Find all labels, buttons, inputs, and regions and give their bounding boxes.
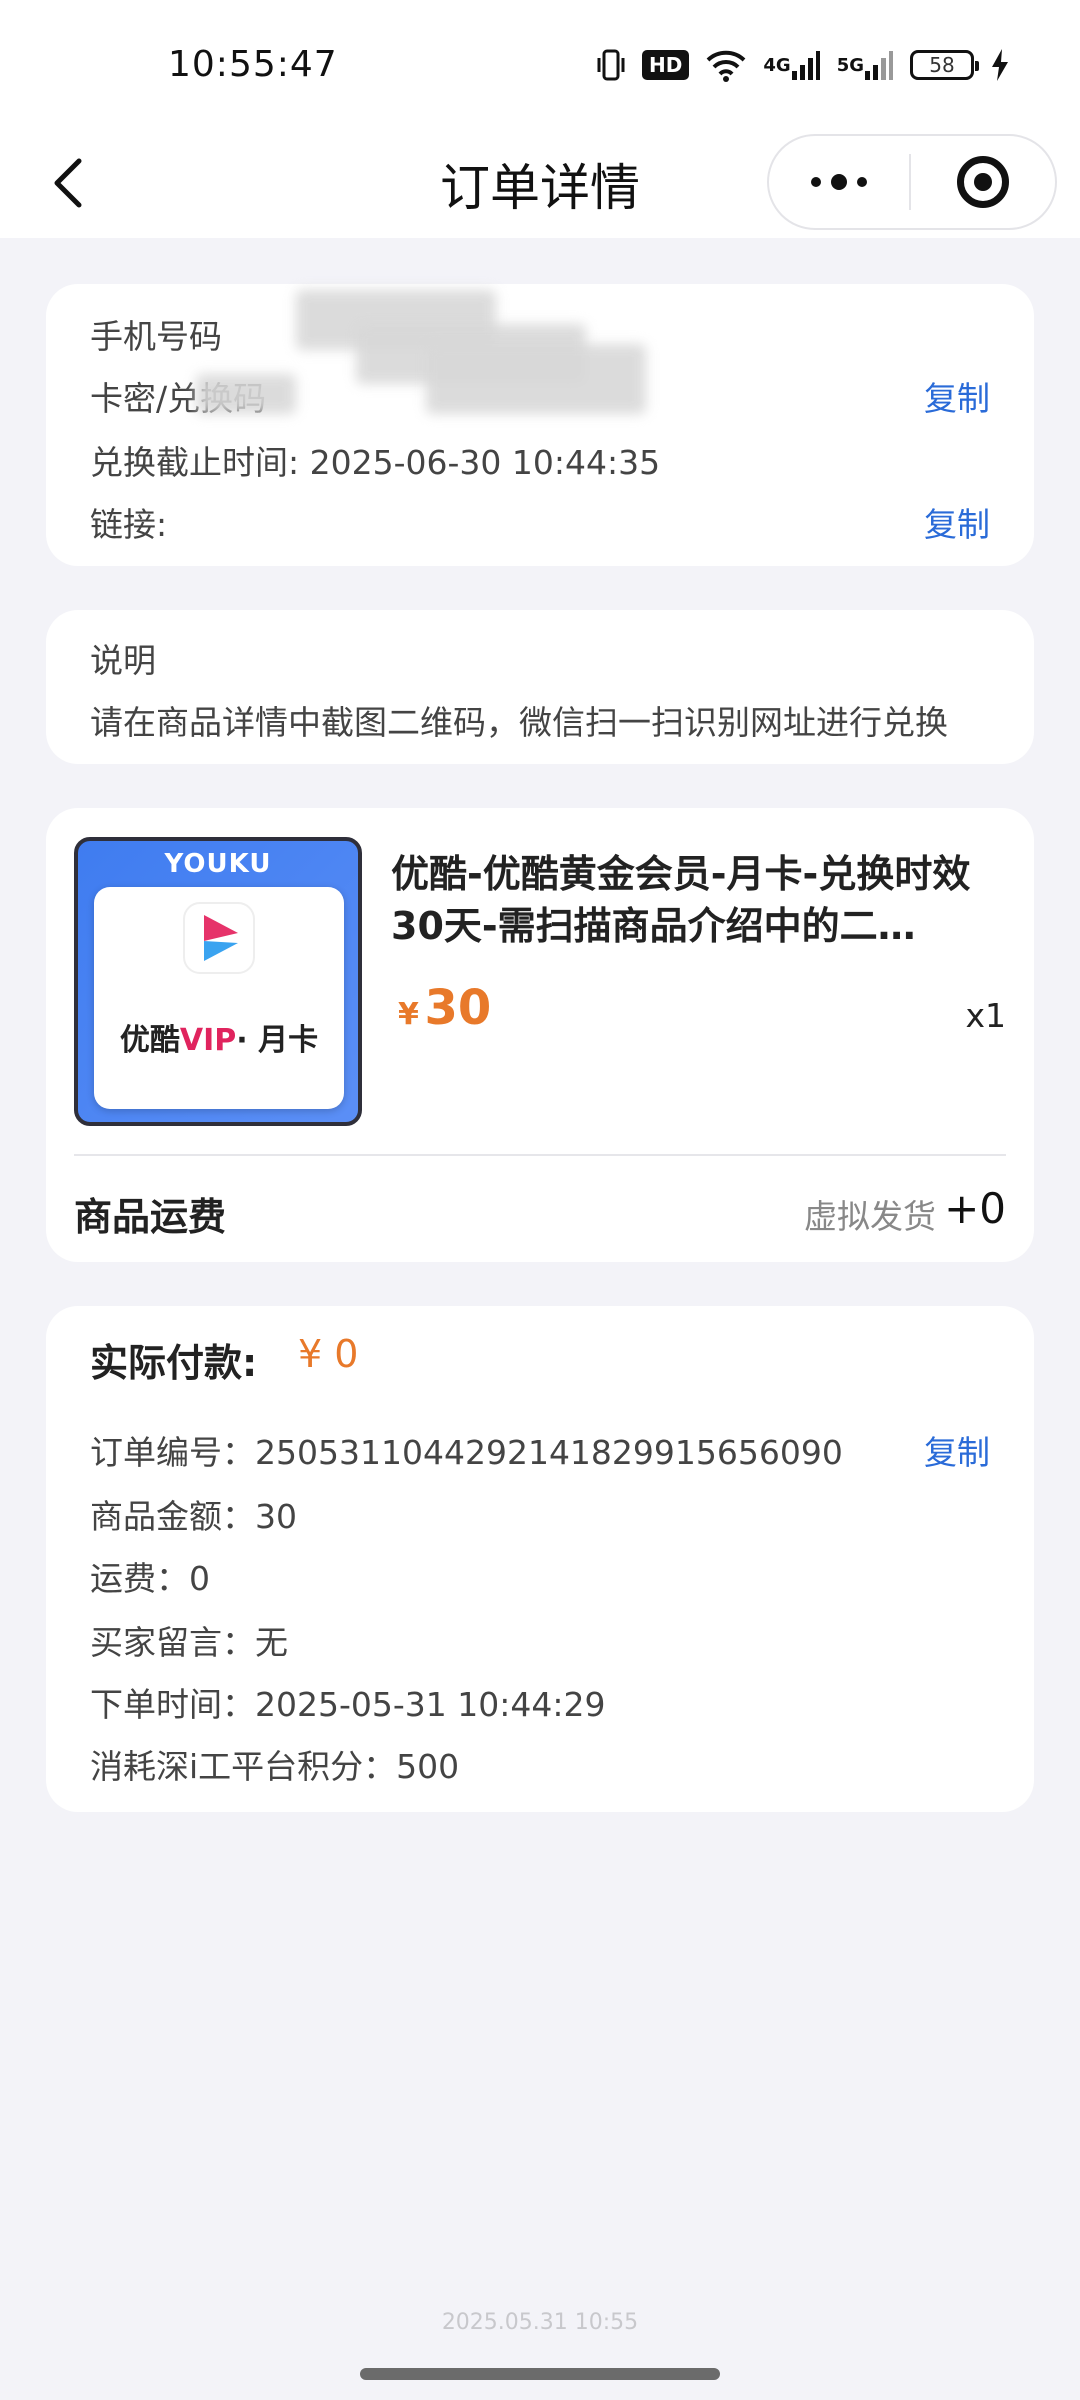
product-price: ¥ 30: [398, 980, 491, 1036]
status-time: 10:55:47: [168, 44, 338, 85]
shipping-type: 虚拟发货: [804, 1197, 936, 1236]
note-text: 请在商品详情中截图二维码，微信扫一扫识别网址进行兑换: [90, 703, 948, 742]
redaction-blur: [196, 374, 296, 414]
buyer-message: 买家留言：无: [90, 1623, 288, 1662]
thumbnail-panel: 优酷VIP· 月卡: [94, 887, 344, 1109]
deadline-row: 兑换截止时间: 2025-06-30 10:44:35: [90, 436, 660, 484]
payment-card: 实际付款: ¥ 0 订单编号：2505311044292141829915656…: [46, 1306, 1034, 1812]
copy-order-button[interactable]: 复制: [924, 1426, 990, 1474]
points-used: 消耗深i工平台积分：500: [90, 1747, 460, 1786]
paid-label: 实际付款:: [90, 1341, 258, 1385]
more-dots-icon: [811, 177, 821, 187]
battery-icon: 58: [910, 50, 979, 80]
phone-label: 手机号码: [90, 317, 222, 356]
thumb-text-a: 优酷: [119, 1023, 180, 1058]
signal-5g-label: 5G: [836, 54, 864, 76]
wifi-icon: [705, 48, 747, 82]
link-label: 链接:: [90, 505, 168, 544]
price-value: 30: [424, 980, 492, 1036]
shipping-label: 商品运费: [74, 1195, 227, 1239]
target-icon: [957, 156, 1009, 208]
deadline-label: 兑换截止时间:: [90, 443, 300, 482]
price-currency: ¥: [398, 997, 419, 1032]
note-title: 说明: [90, 641, 156, 680]
product-title: 优酷-优酷黄金会员-月卡-兑换时效30天-需扫描商品介绍中的二…: [391, 852, 971, 948]
hd-icon: HD: [642, 50, 690, 80]
nav-bar: 订单详情: [0, 130, 1080, 238]
timestamp-watermark: 2025.05.31 10:55: [441, 2310, 639, 2335]
status-bar: 10:55:47 HD 4G 5G 58: [0, 0, 1080, 130]
signal-5g-icon: 5G: [837, 49, 894, 81]
miniprogram-capsule: [767, 134, 1057, 230]
divider: [74, 1154, 1006, 1156]
status-icons: HD 4G 5G 58: [596, 44, 1010, 86]
more-dot-center: [831, 174, 847, 190]
youku-play-icon: [183, 902, 255, 974]
order-number: 订单编号：2505311044292141829915656090: [90, 1433, 843, 1472]
redaction-blur: [426, 344, 646, 414]
home-indicator[interactable]: [360, 2368, 720, 2380]
product-thumbnail: YOUKU 优酷VIP· 月卡: [74, 837, 362, 1126]
product-quantity: x1: [965, 996, 1006, 1035]
paid-value: ¥ 0: [298, 1332, 359, 1376]
goods-amount: 商品金额：30: [90, 1497, 297, 1536]
copy-code-button[interactable]: 复制: [924, 372, 990, 420]
note-card: 说明 请在商品详情中截图二维码，微信扫一扫识别网址进行兑换: [46, 610, 1034, 764]
vibrate-icon: [596, 48, 626, 82]
redeem-info-card: 手机号码 卡密/兑换码 复制 兑换截止时间: 2025-06-30 10:44:…: [46, 284, 1034, 566]
thumb-text-vip: VIP: [179, 1023, 237, 1058]
youku-logo: YOUKU: [164, 849, 272, 879]
more-button[interactable]: [769, 136, 909, 228]
thumb-text-b: · 月卡: [236, 1023, 319, 1058]
signal-4g-label: 4G: [763, 54, 791, 76]
product-card[interactable]: YOUKU 优酷VIP· 月卡 优酷-优酷黄金会员-月卡-兑换时效30天-需扫描…: [46, 808, 1034, 1262]
freight: 运费：0: [90, 1559, 210, 1598]
charging-icon: [990, 48, 1010, 82]
copy-link-button[interactable]: 复制: [924, 498, 990, 546]
battery-level: 58: [929, 53, 955, 77]
thumbnail-caption: 优酷VIP· 月卡: [94, 1015, 344, 1059]
order-time: 下单时间：2025-05-31 10:44:29: [90, 1685, 606, 1724]
more-dot-right: [857, 177, 867, 187]
close-miniprogram-button[interactable]: [911, 136, 1055, 228]
target-icon-center: [974, 173, 992, 191]
shipping-value: +0: [944, 1184, 1006, 1233]
deadline-value: 2025-06-30 10:44:35: [309, 443, 661, 482]
signal-4g-icon: 4G: [763, 49, 820, 81]
